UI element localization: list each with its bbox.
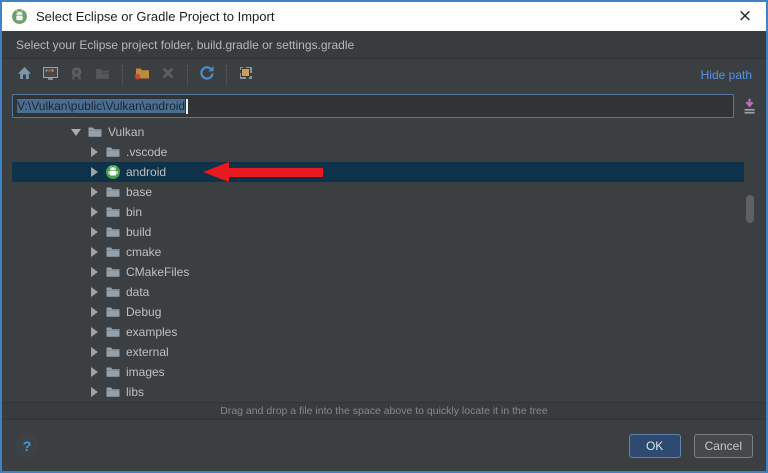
tree-item-label: Vulkan (108, 125, 144, 139)
tree-item-label: android (126, 165, 166, 179)
dialog-footer: ? OK Cancel (2, 419, 766, 471)
collapse-arrow-icon[interactable] (89, 346, 101, 358)
delete-x-icon (160, 65, 176, 84)
tree-item-bin[interactable]: bin (12, 202, 744, 222)
path-input-selected-text: V:\Vulkan\public\Vulkan\android (17, 99, 185, 113)
folder-icon (105, 204, 121, 220)
folder-icon (105, 324, 121, 340)
help-button[interactable]: ? (15, 434, 39, 458)
path-row: V:\Vulkan\public\Vulkan\android (2, 90, 766, 122)
text-caret (186, 99, 188, 114)
collapse-arrow-icon[interactable] (89, 206, 101, 218)
tree-item-label: external (126, 345, 169, 359)
tree-item-label: data (126, 285, 149, 299)
close-button[interactable]: × (724, 2, 766, 31)
folder-icon (105, 344, 121, 360)
module-folder-icon (94, 65, 111, 85)
tree-item-label: cmake (126, 245, 161, 259)
project-directory-button[interactable] (64, 63, 89, 87)
folder-icon (105, 384, 121, 400)
tree-item-libs[interactable]: libs (12, 382, 744, 402)
tree-item-label: libs (126, 385, 144, 399)
folder-icon (105, 184, 121, 200)
file-tree: Vulkan .vscode android base bin build cmake CMa… (2, 122, 766, 402)
scrollbar-thumb[interactable] (746, 195, 754, 223)
collapse-arrow-icon[interactable] (89, 226, 101, 238)
hide-path-link[interactable]: Hide path (701, 68, 754, 82)
drag-drop-hint: Drag and drop a file into the space abov… (2, 402, 766, 419)
tree-item-label: images (126, 365, 165, 379)
module-directory-button[interactable] (90, 63, 115, 87)
android-icon (105, 164, 121, 180)
refresh-icon (198, 64, 216, 85)
home-directory-button[interactable] (12, 63, 37, 87)
folder-icon (87, 124, 103, 140)
annotation-arrow (203, 162, 323, 182)
tree-item-label: Debug (126, 305, 161, 319)
dialog-title: Select Eclipse or Gradle Project to Impo… (36, 9, 274, 24)
path-history-icon[interactable] (740, 97, 758, 115)
collapse-arrow-icon[interactable] (89, 186, 101, 198)
tree-item-images[interactable]: images (12, 362, 744, 382)
collapse-arrow-icon[interactable] (89, 366, 101, 378)
tree-item-label: base (126, 185, 152, 199)
collapse-arrow-icon[interactable] (89, 286, 101, 298)
folder-icon (105, 284, 121, 300)
collapse-arrow-icon[interactable] (89, 306, 101, 318)
title-bar: Select Eclipse or Gradle Project to Impo… (2, 2, 766, 31)
show-hidden-files-button[interactable] (233, 63, 258, 87)
file-chooser-toolbar: Hide path (2, 59, 766, 90)
tree-item-label: CMakeFiles (126, 265, 189, 279)
question-mark-icon: ? (23, 438, 32, 454)
ok-button[interactable]: OK (629, 434, 681, 458)
import-dialog-window: Select Eclipse or Gradle Project to Impo… (0, 0, 768, 473)
folder-icon (105, 244, 121, 260)
tree-item-data[interactable]: data (12, 282, 744, 302)
tree-item-examples[interactable]: examples (12, 322, 744, 342)
folder-icon (105, 144, 121, 160)
toolbar-separator (187, 65, 188, 85)
tree-item-Debug[interactable]: Debug (12, 302, 744, 322)
toolbar-separator (226, 65, 227, 85)
home-icon (16, 65, 33, 85)
folder-icon (105, 364, 121, 380)
tree-item-label: build (126, 225, 151, 239)
folder-icon (105, 264, 121, 280)
toolbar-separator (122, 65, 123, 85)
tree-item-cmake[interactable]: cmake (12, 242, 744, 262)
tree-item-build[interactable]: build (12, 222, 744, 242)
tree-item-CMakeFiles[interactable]: CMakeFiles (12, 262, 744, 282)
dialog-subtitle: Select your Eclipse project folder, buil… (2, 31, 766, 59)
collapse-arrow-icon[interactable] (89, 166, 101, 178)
desktop-directory-button[interactable] (38, 63, 63, 87)
new-folder-icon (133, 64, 151, 85)
hidden-files-icon (238, 65, 254, 84)
project-badge-icon (68, 65, 85, 85)
collapse-arrow-icon[interactable] (89, 146, 101, 158)
new-folder-button[interactable] (129, 63, 154, 87)
collapse-arrow-icon[interactable] (89, 266, 101, 278)
folder-icon (105, 224, 121, 240)
delete-button[interactable] (155, 63, 180, 87)
tree-item-.vscode[interactable]: .vscode (12, 142, 744, 162)
tree-item-external[interactable]: external (12, 342, 744, 362)
tree-item-Vulkan[interactable]: Vulkan (12, 122, 744, 142)
collapse-arrow-icon[interactable] (89, 386, 101, 398)
tree-item-android[interactable]: android (12, 162, 744, 182)
desktop-icon (42, 65, 59, 85)
tree-item-base[interactable]: base (12, 182, 744, 202)
tree-item-label: examples (126, 325, 177, 339)
tree-item-label: bin (126, 205, 142, 219)
tree-item-label: .vscode (126, 145, 167, 159)
expand-arrow-icon[interactable] (71, 126, 83, 138)
collapse-arrow-icon[interactable] (89, 246, 101, 258)
path-input[interactable]: V:\Vulkan\public\Vulkan\android (12, 94, 734, 118)
cancel-button[interactable]: Cancel (694, 434, 753, 458)
android-studio-icon (11, 8, 28, 25)
refresh-button[interactable] (194, 63, 219, 87)
collapse-arrow-icon[interactable] (89, 326, 101, 338)
folder-icon (105, 304, 121, 320)
